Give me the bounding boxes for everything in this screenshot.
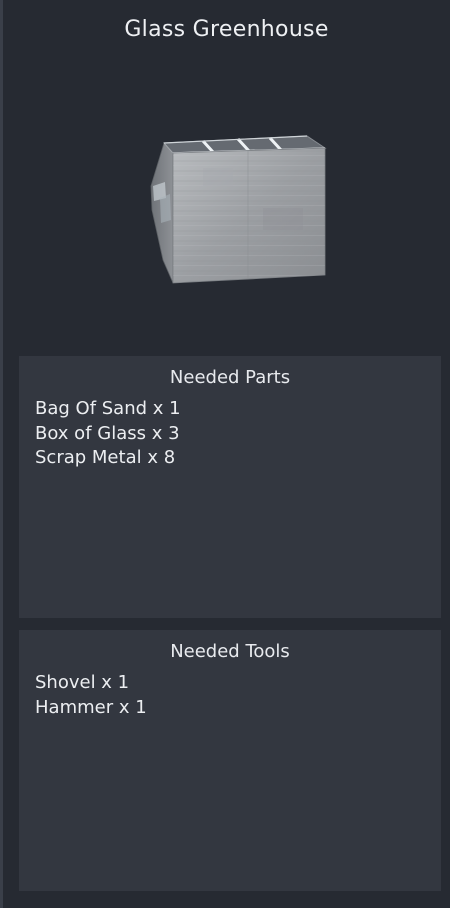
needed-tools-panel: Needed Tools Shovel x 1 Hammer x 1: [19, 630, 441, 891]
needed-tools-list: Shovel x 1 Hammer x 1: [19, 671, 441, 720]
list-item: Scrap Metal x 8: [35, 447, 176, 468]
list-item: Bag Of Sand x 1: [35, 398, 181, 419]
list-item: Hammer x 1: [35, 696, 147, 718]
needed-parts-list: Bag Of Sand x 1 Box of Glass x 3 Scrap M…: [19, 397, 441, 471]
needed-parts-panel: Needed Parts Bag Of Sand x 1 Box of Glas…: [19, 356, 441, 618]
needed-parts-header: Needed Parts: [169, 367, 291, 388]
greenhouse-model-icon: [150, 135, 327, 284]
needed-tools-header: Needed Tools: [170, 641, 290, 662]
item-title: Glass Greenhouse: [124, 17, 329, 42]
crafting-recipe-panel: Glass Greenhouse Needed Parts Bag Of San…: [0, 0, 450, 908]
list-item: Shovel x 1: [35, 672, 130, 693]
list-item: Box of Glass x 3: [35, 422, 180, 444]
